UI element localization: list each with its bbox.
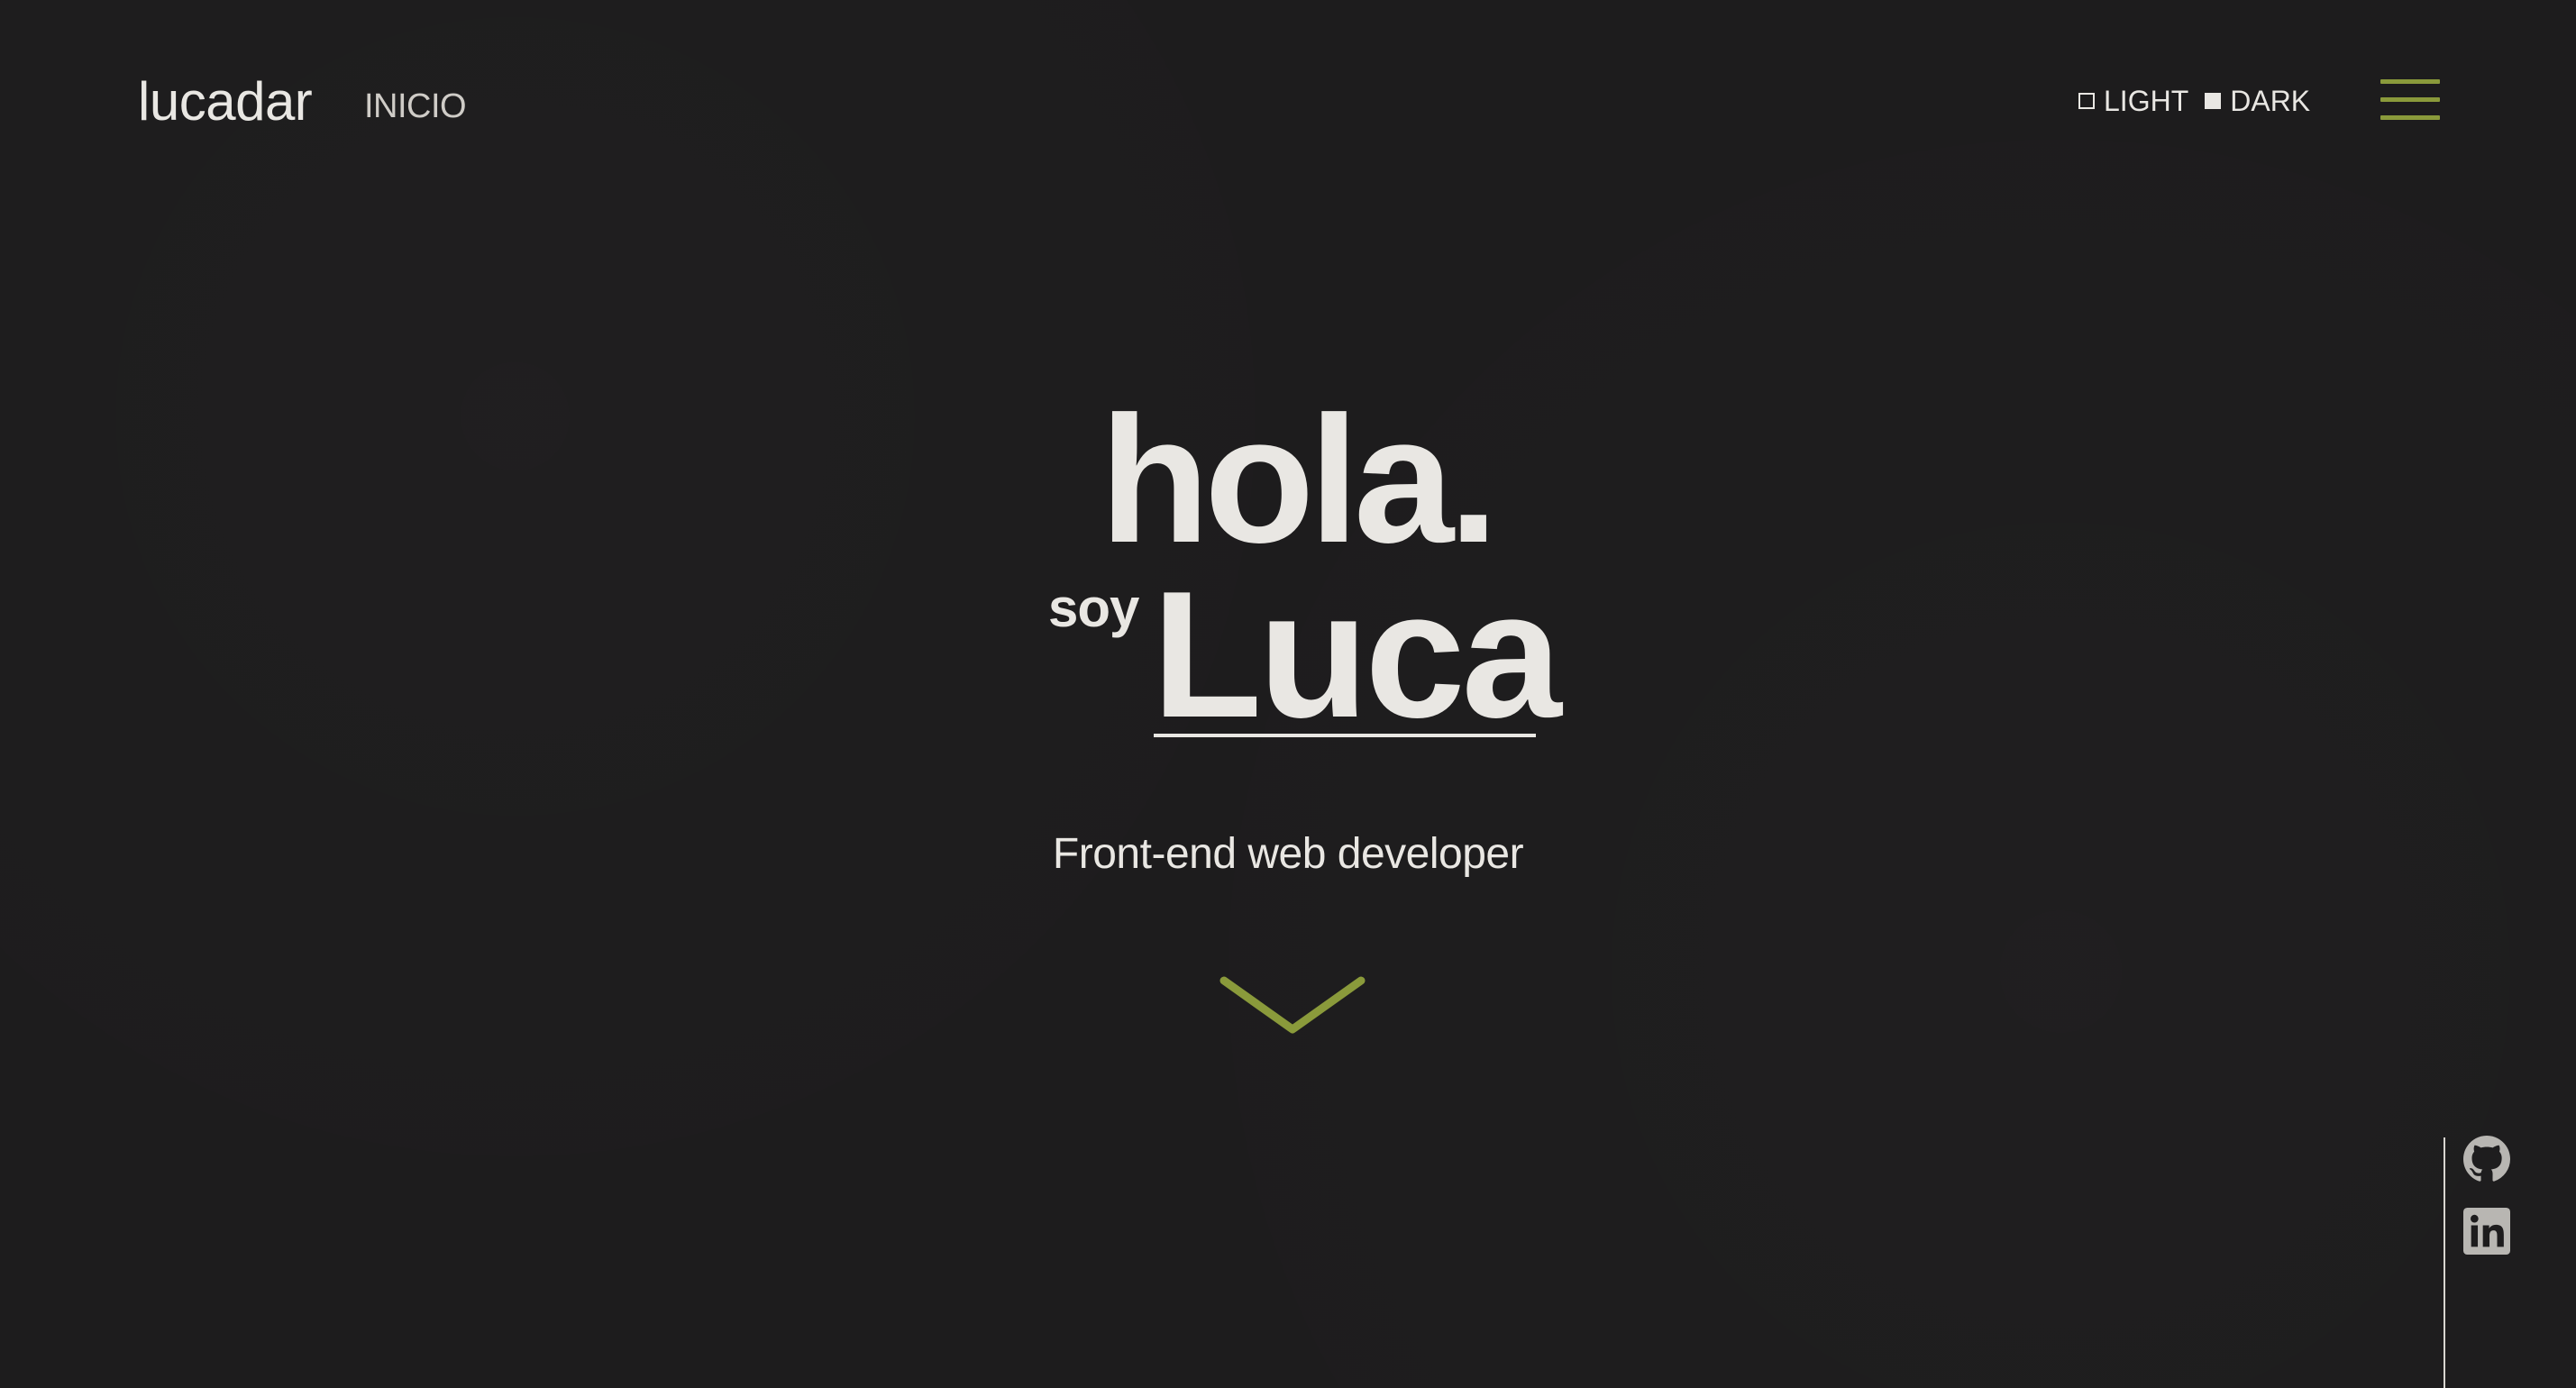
hero-name: Luca [1152,554,1562,755]
name-underline [1154,734,1536,737]
theme-switch: LIGHT DARK [2078,83,2310,119]
hero-intro: soy [1048,578,1139,638]
theme-label-light: LIGHT [2104,85,2189,117]
hamburger-line [2380,97,2440,102]
chevron-down-icon[interactable] [1217,973,1368,1036]
theme-option-light[interactable]: LIGHT [2078,83,2188,119]
github-icon[interactable] [2463,1136,2510,1183]
theme-radio-dark[interactable] [2205,93,2222,109]
brand-logo[interactable]: lucadar [138,70,313,133]
hamburger-line [2380,115,2440,120]
hamburger-line [2380,79,2440,84]
hamburger-icon[interactable] [2380,79,2440,121]
nav-link-inicio[interactable]: INICIO [364,87,467,126]
hero-role: Front-end web developer [1052,830,1524,878]
theme-label-dark: DARK [2230,85,2311,117]
linkedin-icon[interactable] [2463,1208,2510,1255]
theme-radio-light[interactable] [2078,93,2095,109]
theme-option-dark[interactable]: DARK [2205,83,2310,119]
sidebar-divider [2444,1137,2445,1388]
